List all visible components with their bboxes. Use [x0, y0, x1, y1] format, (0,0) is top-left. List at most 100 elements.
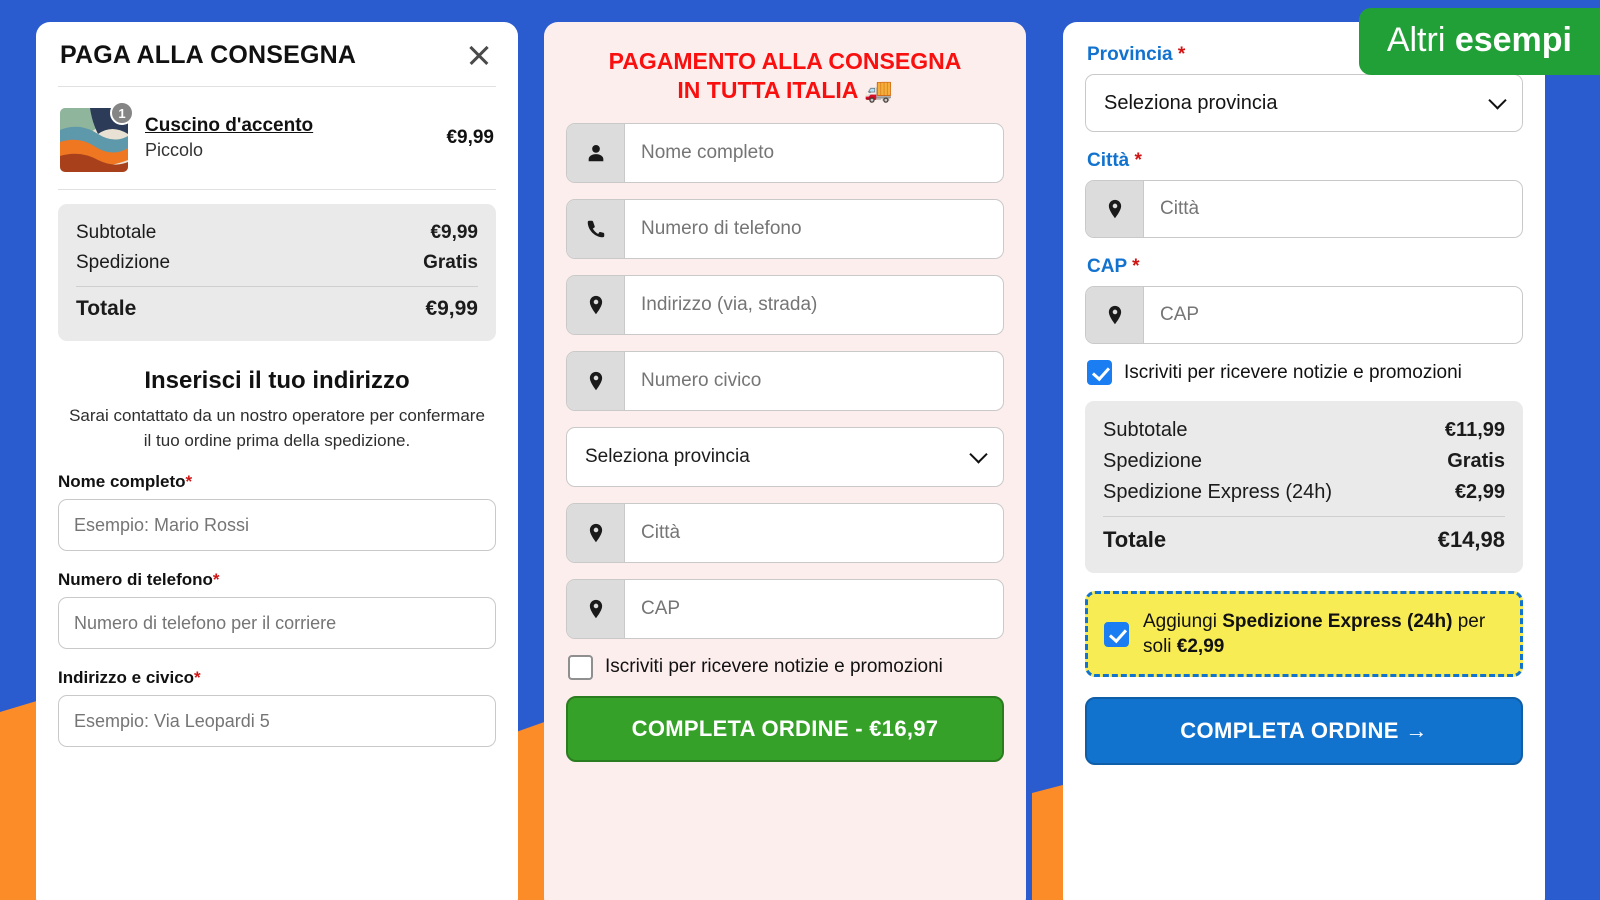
divider — [58, 189, 496, 190]
map-pin-icon — [567, 351, 625, 410]
product-variant: Piccolo — [145, 140, 204, 160]
numero-civico-input[interactable] — [625, 351, 1003, 410]
express-shipping-label: Aggiungi Spedizione Express (24h) per so… — [1143, 609, 1504, 659]
map-pin-icon — [567, 275, 625, 334]
mid-title-line-1: PAGAMENTO ALLA CONSEGNA — [608, 48, 962, 74]
product-quantity-badge: 1 — [110, 101, 134, 125]
provincia-select-value: Seleziona provincia — [1104, 91, 1278, 114]
address-section-subtitle: Sarai contattato da un nostro operatore … — [69, 406, 485, 450]
summary-row-subtotal: Subtotale €9,99 — [76, 218, 478, 248]
summary-value: €9,99 — [430, 222, 478, 243]
map-pin-icon — [567, 579, 625, 638]
required-marker: * — [1177, 44, 1186, 65]
provincia-select-value: Seleziona provincia — [585, 445, 750, 467]
checkout-details-card: Provincia * Seleziona provincia Città * … — [1063, 22, 1545, 900]
summary-divider — [1103, 516, 1505, 517]
total-label: Totale — [76, 297, 137, 320]
label-numero-telefono: Numero di telefono* — [58, 570, 496, 590]
summary-row-total: Totale €14,98 — [1103, 523, 1505, 557]
page-title: PAGA ALLA CONSEGNA — [60, 40, 357, 69]
field-nome-completo — [566, 122, 1004, 183]
label-text: Provincia — [1087, 44, 1173, 65]
product-name-link[interactable]: Cuscino d'accento — [145, 115, 313, 137]
indirizzo-civico-input[interactable] — [58, 695, 496, 748]
address-section-title: Inserisci il tuo indirizzo — [144, 367, 410, 394]
chevron-down-icon — [969, 444, 988, 464]
cta-label: COMPLETA ORDINE — [1180, 718, 1399, 744]
summary-row-subtotal: Subtotale €11,99 — [1103, 415, 1505, 446]
upsell-text-d: €2,99 — [1176, 636, 1225, 658]
payment-on-delivery-card: PAGAMENTO ALLA CONSEGNA IN TUTTA ITALIA … — [544, 22, 1026, 900]
summary-value: Gratis — [423, 252, 478, 273]
summary-row-shipping: Spedizione Gratis — [76, 248, 478, 278]
arrow-right-icon: → — [1405, 718, 1428, 744]
badge-text-bold: esempi — [1454, 21, 1572, 59]
newsletter-checkbox-row[interactable]: Iscriviti per ricevere notizie e promozi… — [568, 654, 1004, 680]
summary-value: €11,99 — [1444, 419, 1505, 441]
citta-input[interactable] — [625, 503, 1003, 562]
total-value: €9,99 — [425, 297, 478, 320]
required-marker: * — [1132, 256, 1140, 277]
nome-completo-input[interactable] — [58, 499, 496, 552]
label-text: Numero di telefono — [58, 570, 213, 590]
numero-telefono-input[interactable] — [58, 597, 496, 650]
map-pin-icon — [1086, 287, 1144, 343]
summary-row-express-shipping: Spedizione Express (24h) €2,99 — [1103, 477, 1505, 508]
mid-card-title: PAGAMENTO ALLA CONSEGNA IN TUTTA ITALIA … — [566, 22, 1004, 123]
summary-label: Spedizione Express (24h) — [1103, 481, 1333, 503]
field-citta — [1085, 180, 1523, 238]
product-info: Cuscino d'accento Piccolo — [145, 115, 433, 161]
required-marker: * — [194, 668, 201, 688]
completa-ordine-button[interactable]: COMPLETA ORDINE - €16,97 — [566, 695, 1004, 762]
completa-ordine-button[interactable]: COMPLETA ORDINE → — [1085, 697, 1523, 766]
badge-text-light: Altri — [1386, 21, 1455, 59]
product-line-item: 1 Cuscino d'accento Piccolo €9,99 — [58, 87, 496, 189]
altri-esempi-badge[interactable]: Altri esempi — [1358, 8, 1600, 75]
field-cap — [566, 578, 1004, 639]
nome-completo-input[interactable] — [625, 123, 1003, 182]
summary-value: €2,99 — [1454, 481, 1505, 503]
required-marker: * — [212, 570, 220, 590]
express-shipping-upsell[interactable]: Aggiungi Spedizione Express (24h) per so… — [1085, 591, 1523, 678]
indirizzo-input[interactable] — [625, 275, 1003, 334]
product-thumbnail-wrap: 1 — [60, 101, 134, 174]
person-icon — [567, 123, 625, 182]
citta-input[interactable] — [1144, 181, 1522, 237]
required-marker: * — [185, 472, 193, 492]
summary-divider — [76, 286, 478, 287]
summary-value: Gratis — [1447, 450, 1505, 472]
field-cap — [1085, 286, 1523, 344]
field-numero-telefono — [566, 198, 1004, 259]
cap-input[interactable] — [625, 579, 1003, 638]
phone-icon — [567, 199, 625, 258]
label-citta: Città * — [1087, 150, 1523, 172]
provincia-select[interactable]: Seleziona provincia — [1085, 74, 1523, 132]
cap-input[interactable] — [1144, 287, 1522, 343]
summary-row-total: Totale €9,99 — [76, 293, 478, 325]
upsell-text-b: Spedizione Express (24h) — [1222, 611, 1453, 632]
cash-on-delivery-card: PAGA ALLA CONSEGNA 1 Cuscino d'accento P… — [36, 22, 518, 900]
close-icon[interactable] — [464, 40, 494, 70]
newsletter-checkbox[interactable] — [1087, 360, 1112, 385]
newsletter-label: Iscriviti per ricevere notizie e promozi… — [605, 656, 943, 677]
required-marker: * — [1134, 150, 1142, 171]
newsletter-label: Iscriviti per ricevere notizie e promozi… — [1124, 361, 1462, 383]
summary-row-shipping: Spedizione Gratis — [1103, 446, 1505, 477]
newsletter-checkbox[interactable] — [568, 654, 593, 680]
numero-telefono-input[interactable] — [625, 199, 1003, 258]
provincia-select[interactable]: Seleziona provincia — [566, 426, 1004, 487]
summary-label: Subtotale — [76, 222, 157, 243]
summary-label: Spedizione — [1103, 450, 1202, 472]
label-text: Città — [1087, 150, 1130, 171]
map-pin-icon — [1086, 181, 1144, 237]
label-text: CAP — [1087, 256, 1127, 277]
label-nome-completo: Nome completo* — [58, 472, 496, 492]
total-value: €14,98 — [1437, 527, 1505, 552]
order-summary: Subtotale €9,99 Spedizione Gratis Totale… — [58, 204, 496, 341]
newsletter-checkbox-row[interactable]: Iscriviti per ricevere notizie e promozi… — [1087, 360, 1523, 385]
summary-label: Subtotale — [1103, 419, 1188, 441]
field-citta — [566, 502, 1004, 563]
mid-title-line-2: IN TUTTA ITALIA 🚚 — [677, 76, 893, 103]
product-price: €9,99 — [446, 127, 494, 148]
express-shipping-checkbox[interactable] — [1104, 621, 1129, 647]
